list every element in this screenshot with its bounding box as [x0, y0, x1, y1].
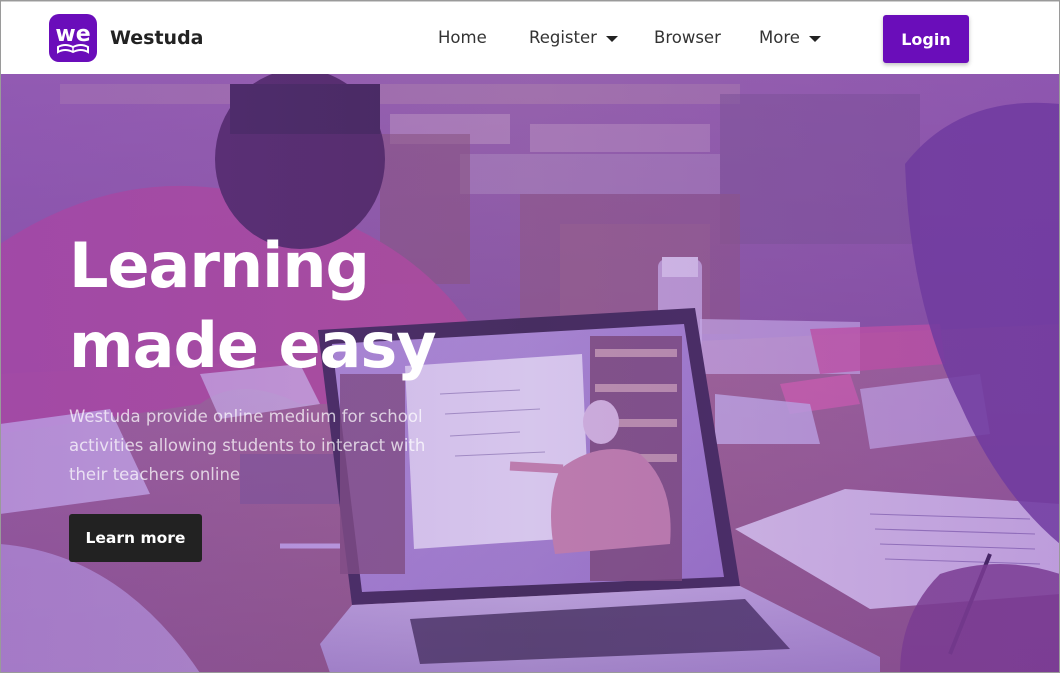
nav-register[interactable]: Register — [529, 28, 618, 47]
nav-browser[interactable]: Browser — [654, 28, 721, 47]
brand-name: Westuda — [110, 27, 204, 49]
hero-description: Westuda provide online medium for school… — [69, 407, 426, 484]
brand[interactable]: we Westuda — [49, 14, 204, 62]
nav-home-label: Home — [438, 28, 487, 47]
caret-down-icon — [808, 35, 821, 42]
learn-more-button[interactable]: Learn more — [69, 514, 202, 562]
hero-section: Learning made easy Westuda provide onlin… — [0, 74, 1060, 673]
navbar: we Westuda Home Register Browser More Lo… — [0, 0, 1060, 74]
nav-more[interactable]: More — [759, 28, 821, 47]
hero-title-line1: Learning — [69, 229, 370, 302]
book-logo-icon[interactable]: we — [49, 14, 97, 62]
hero-title-line2: made easy — [69, 309, 437, 382]
nav-home[interactable]: Home — [438, 28, 487, 47]
logo-text: we — [55, 22, 90, 47]
nav-browser-label: Browser — [654, 28, 721, 47]
login-button[interactable]: Login — [883, 15, 969, 63]
caret-down-icon — [605, 35, 618, 42]
hero-title: Learning made easy — [69, 226, 509, 386]
nav-register-label: Register — [529, 28, 597, 47]
nav-more-label: More — [759, 28, 800, 47]
